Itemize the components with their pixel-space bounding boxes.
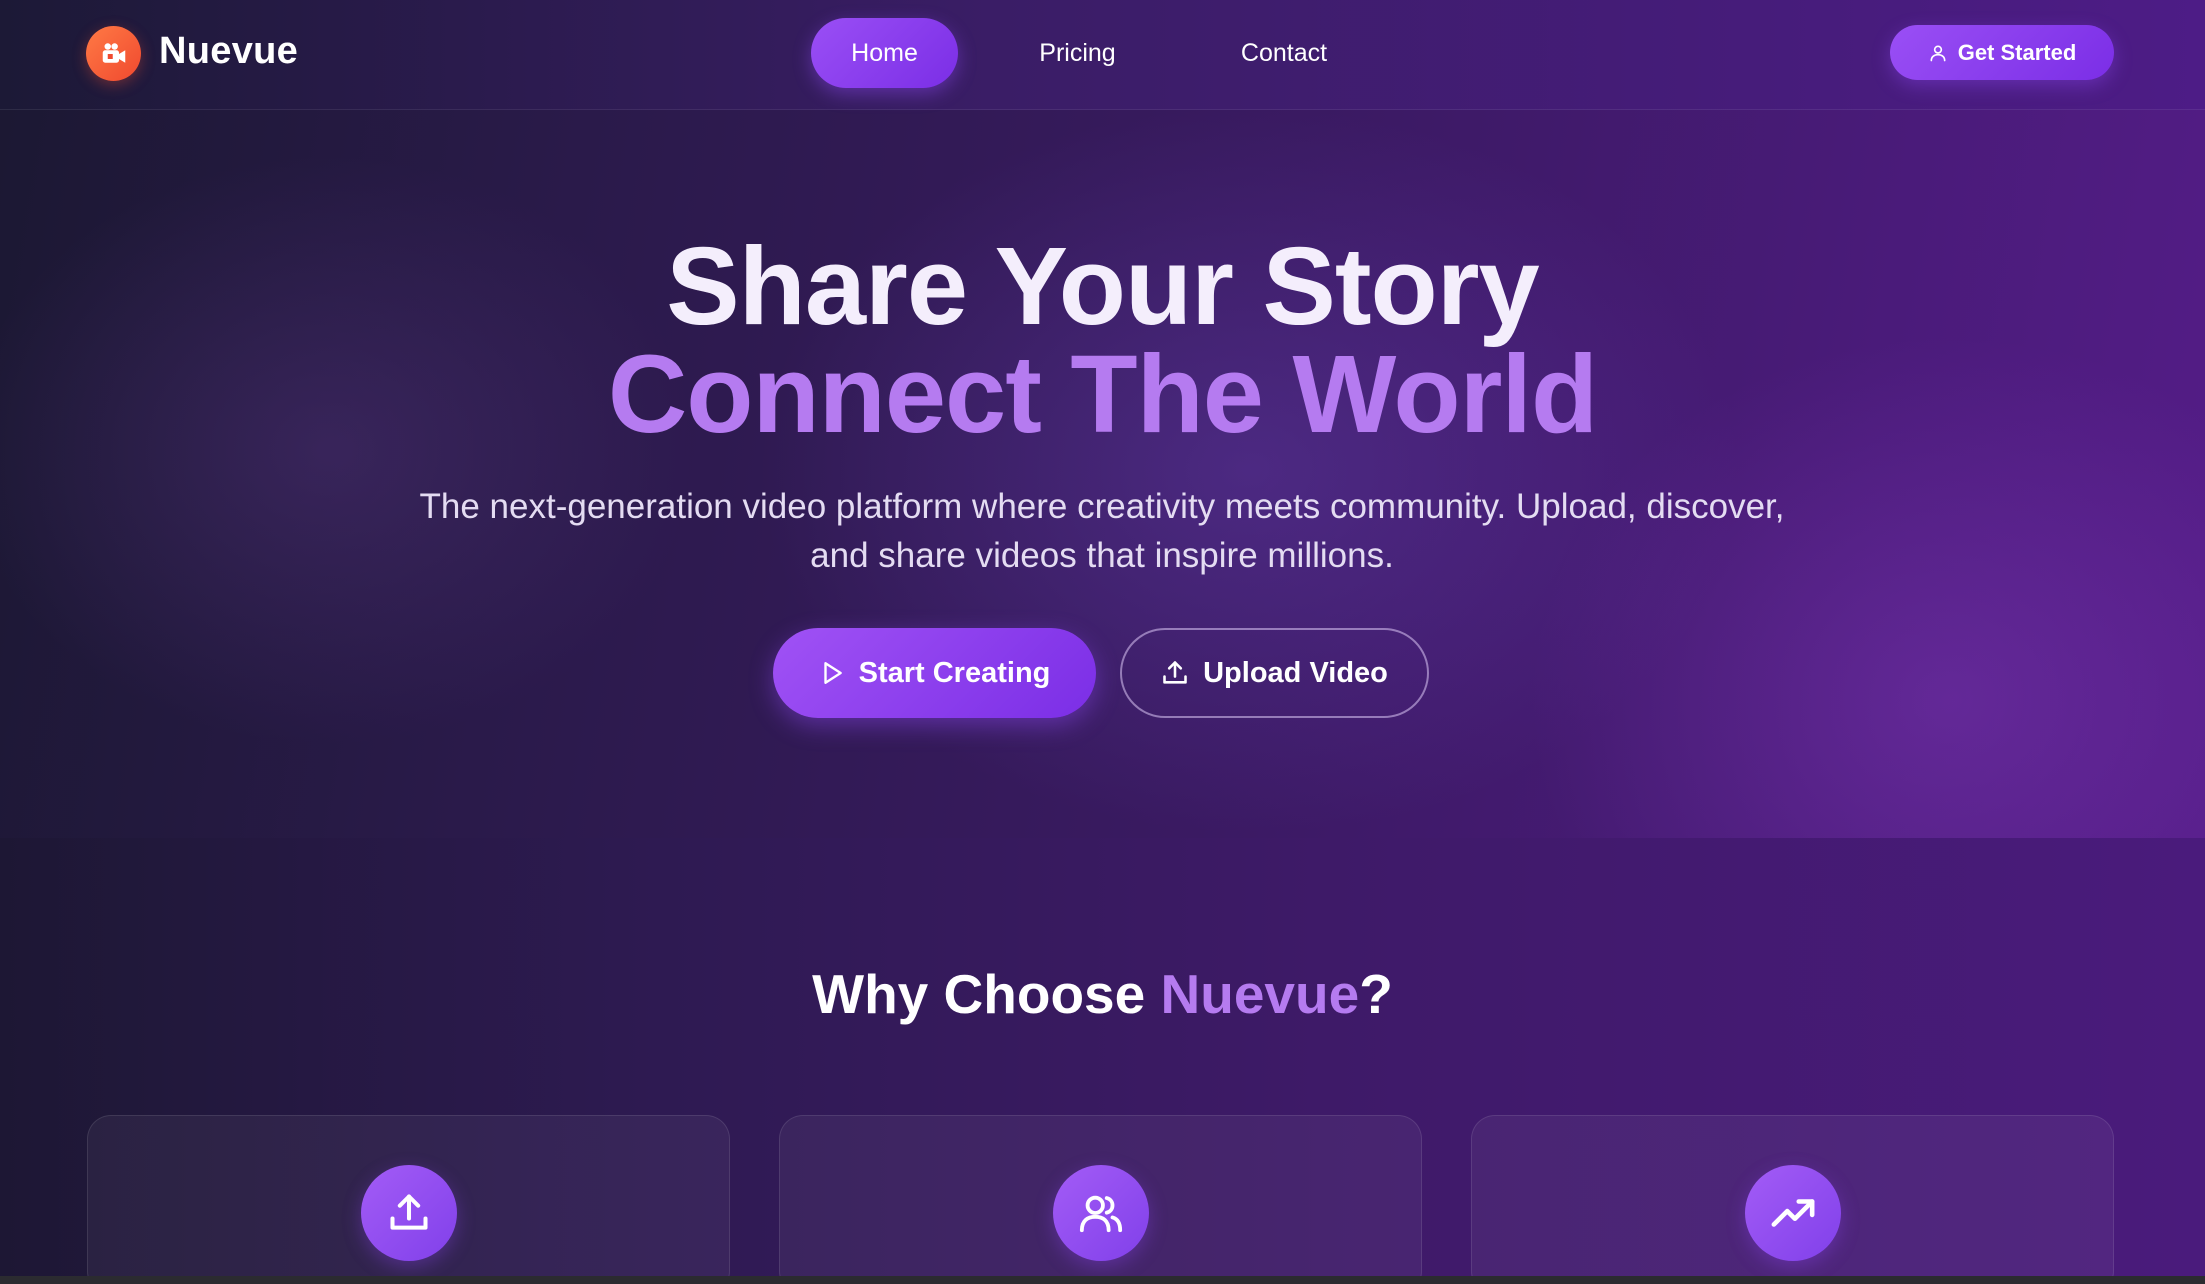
feature-icon-badge [361, 1165, 457, 1261]
features-title-suffix: ? [1359, 963, 1393, 1025]
trending-up-icon [1771, 1199, 1815, 1227]
feature-icon-badge [1053, 1165, 1149, 1261]
feature-card-upload [87, 1115, 730, 1284]
feature-card-trending [1471, 1115, 2114, 1284]
page: Nuevue Home Pricing Contact Get Started … [0, 0, 2205, 1284]
logo[interactable] [86, 26, 141, 81]
upload-icon [1163, 661, 1187, 684]
play-icon [823, 662, 842, 684]
upload-video-button[interactable]: Upload Video [1120, 628, 1429, 718]
nav-home[interactable]: Home [811, 18, 958, 88]
start-creating-label: Start Creating [858, 656, 1051, 689]
window-bottom-edge [0, 1276, 2205, 1284]
users-icon [1079, 1195, 1123, 1233]
upload-icon [390, 1194, 428, 1230]
top-navbar: Nuevue Home Pricing Contact Get Started [0, 0, 2205, 110]
features-title-accent: Nuevue [1160, 963, 1360, 1025]
get-started-label: Get Started [1957, 39, 2077, 65]
upload-video-label: Upload Video [1203, 656, 1388, 689]
brand-name[interactable]: Nuevue [159, 30, 298, 73]
hero-title-line1: Share Your Story [666, 225, 1539, 348]
features-title-prefix: Why Choose [812, 963, 1161, 1025]
hero-subtitle: The next-generation video platform where… [419, 487, 1785, 575]
feature-card-community [779, 1115, 1422, 1284]
video-camera-icon [102, 42, 125, 63]
hero-title-line2: Connect The World [607, 333, 1598, 456]
features-title: Why Choose Nuevue? [0, 962, 2205, 1026]
user-icon [1930, 45, 1946, 61]
nav-contact[interactable]: Contact [1225, 18, 1343, 88]
feature-icon-badge [1745, 1165, 1841, 1261]
start-creating-button[interactable]: Start Creating [773, 628, 1096, 718]
get-started-button[interactable]: Get Started [1890, 25, 2114, 80]
nav-pricing[interactable]: Pricing [1020, 18, 1135, 88]
